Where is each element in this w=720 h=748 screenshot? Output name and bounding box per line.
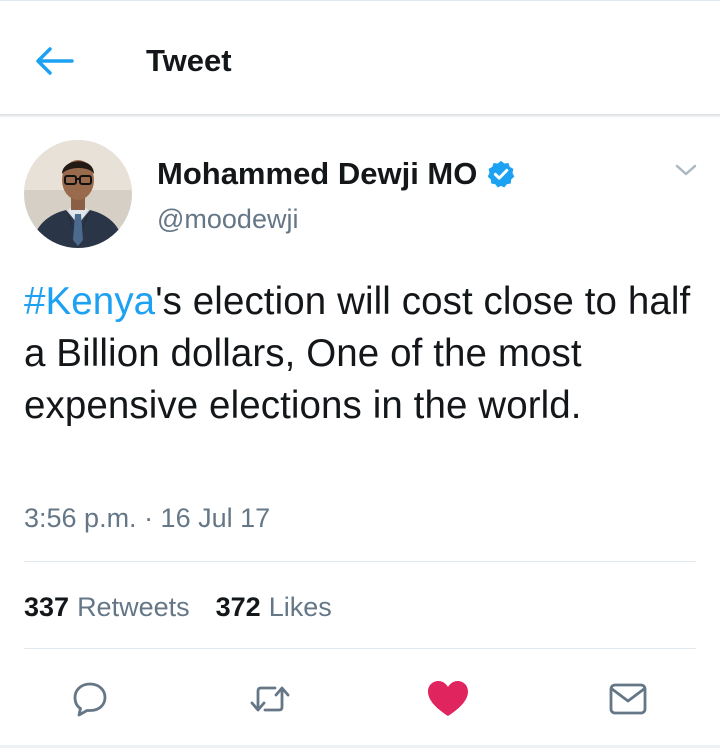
tweet-stats: 337 Retweets 372 Likes [24,588,358,626]
likes-count: 372 [215,592,261,622]
likes-label: Likes [268,592,332,622]
retweet-button[interactable] [244,673,296,725]
author-name-row[interactable]: Mohammed Dewji MO [157,152,516,196]
tweet-body: #Kenya's election will cost close to hal… [24,276,694,432]
heart-icon [428,681,468,716]
retweet-icon [250,686,290,712]
page-title: Tweet [146,43,232,78]
retweets-count: 337 [24,592,70,622]
author-handle[interactable]: @moodewji [157,200,298,238]
profile-photo [24,140,132,248]
chevron-down-icon [675,164,697,176]
avatar[interactable] [24,140,132,248]
hashtag-link[interactable]: #Kenya [24,280,155,323]
divider [24,561,696,562]
retweets-label: Retweets [77,592,190,622]
tweet-options-button[interactable] [670,154,702,186]
back-arrow-icon [36,47,74,75]
likes-stat[interactable]: 372 Likes [216,588,332,626]
tweet-timestamp: 3:56 p.m. · 16 Jul 17 [24,503,271,533]
like-button[interactable] [422,673,474,725]
top-app-bar: Tweet [0,0,720,116]
reply-bubble-icon [73,682,107,717]
direct-message-button[interactable] [602,673,654,725]
retweets-stat[interactable]: 337 Retweets [24,588,190,626]
envelope-icon [609,683,647,715]
divider [24,648,696,649]
author-name: Mohammed Dewji MO [157,156,478,191]
tweet-detail-screen: Tweet Mohammed Dewji MO @moodewji #Kenya… [0,0,720,748]
verified-badge-icon [488,160,515,188]
reply-button[interactable] [64,673,116,725]
back-button[interactable] [30,39,80,83]
header-shadow [0,114,720,118]
